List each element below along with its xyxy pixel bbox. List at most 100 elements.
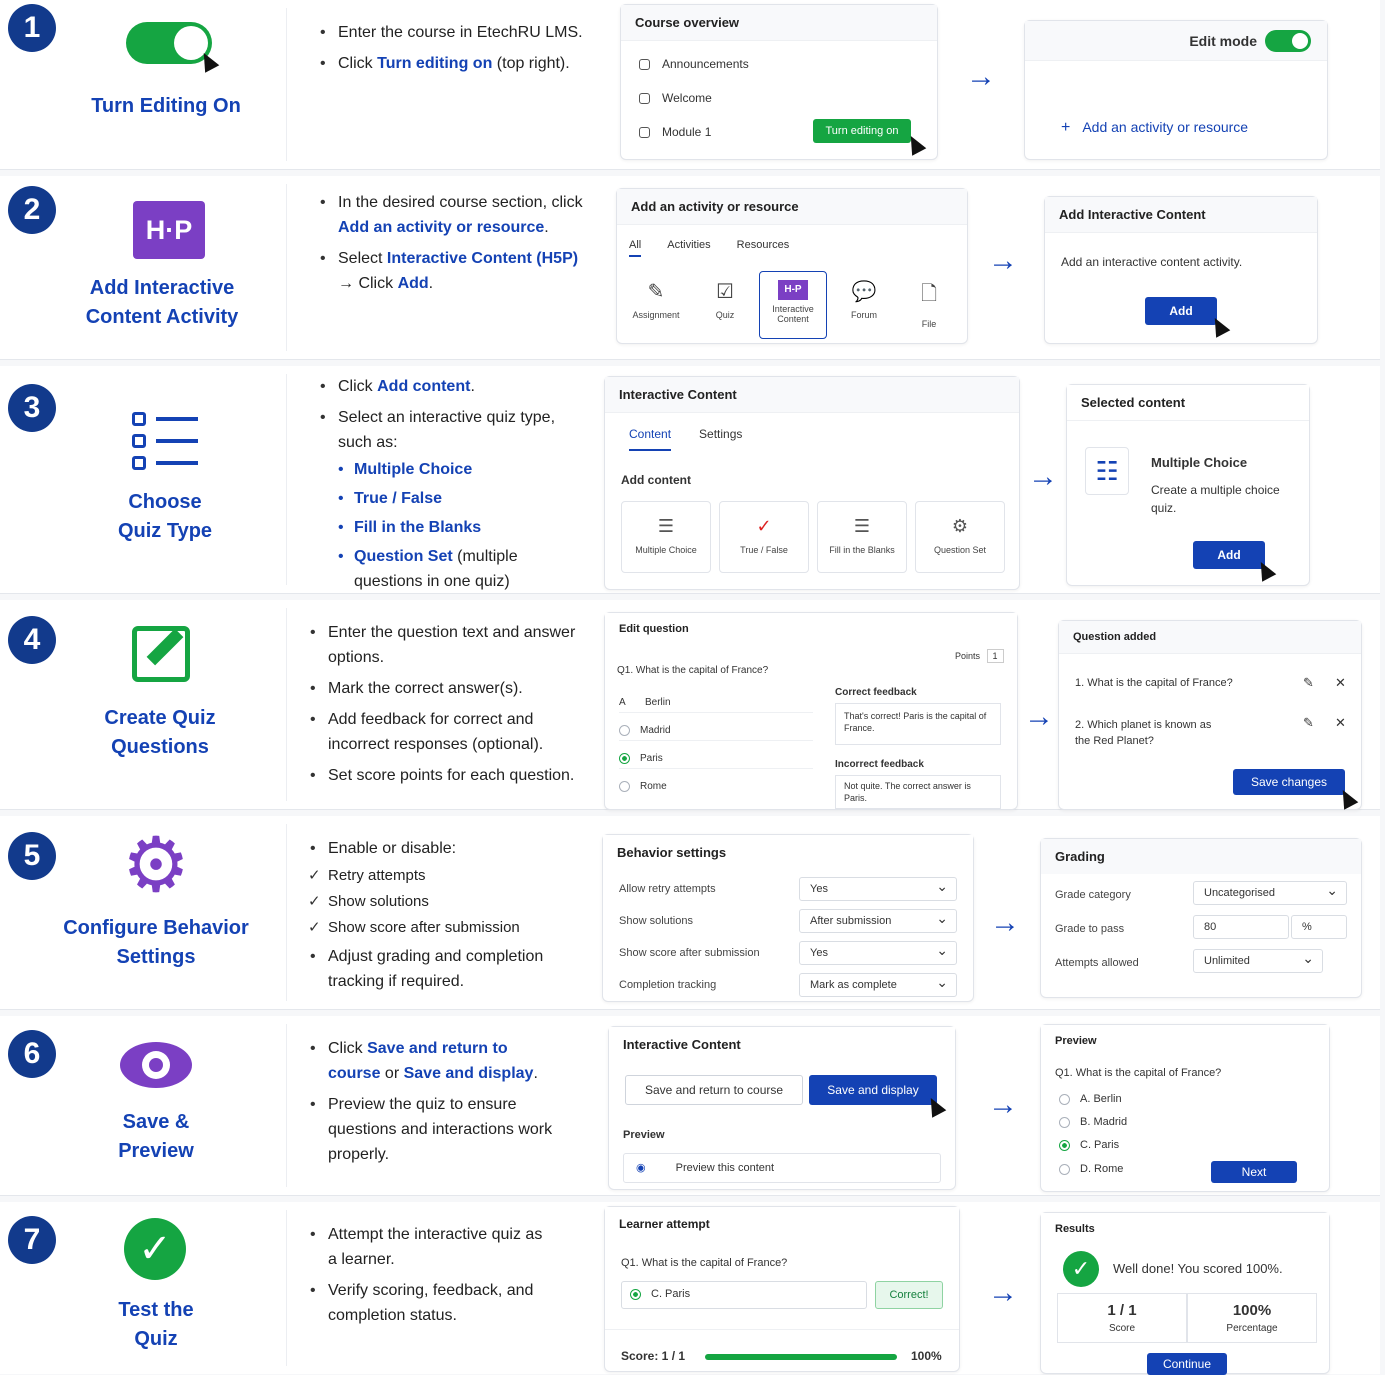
answer-option[interactable]: A Berlin xyxy=(619,697,813,713)
tab-activities[interactable]: Activities xyxy=(667,239,710,257)
list-item[interactable]: Module 1 xyxy=(639,125,711,139)
preview-option[interactable]: D. Rome xyxy=(1059,1163,1123,1175)
tile-true-false[interactable]: ✓ True / False xyxy=(719,501,809,573)
add-interactive-content-card: Add Interactive Content Add an interacti… xyxy=(1044,196,1318,344)
next-button[interactable]: Next xyxy=(1211,1161,1297,1183)
forum-icon: 💬 xyxy=(851,281,877,303)
radio-icon xyxy=(1059,1093,1070,1105)
tile-question-set[interactable]: ⚙ Question Set xyxy=(915,501,1005,573)
step-5-row: 5 ⚙ Configure Behavior Settings Enable o… xyxy=(0,816,1380,1010)
plus-icon: + xyxy=(1061,119,1071,136)
step-number: 4 xyxy=(8,616,56,664)
check-icon: ✓ xyxy=(756,516,772,536)
step-title: Configure Behavior Settings xyxy=(63,917,249,968)
percentage-box: 100% Percentage xyxy=(1187,1293,1317,1343)
tab-content[interactable]: Content xyxy=(629,427,672,451)
edit-icon xyxy=(132,626,190,682)
add-activity-card: Add an activity or resource All Activiti… xyxy=(616,188,968,344)
grade-to-pass-input[interactable]: 80 xyxy=(1193,915,1289,939)
step-bullets: In the desired course section, click Add… xyxy=(318,190,588,302)
answer-option[interactable]: Rome xyxy=(619,781,813,792)
save-and-display-button[interactable]: Save and display xyxy=(809,1075,937,1105)
select-grade-category[interactable]: Uncategorised xyxy=(1193,881,1347,905)
step-title: Create Quiz Questions xyxy=(104,707,216,758)
step-title: Turn Editing On xyxy=(91,95,241,117)
arrow-icon: → xyxy=(1024,700,1054,733)
list-item[interactable]: Announcements xyxy=(639,57,749,71)
step-3-row: 3 Choose Quiz Type Click Add content. Se… xyxy=(0,366,1380,594)
radio-icon xyxy=(619,781,630,792)
save-and-return-button[interactable]: Save and return to course xyxy=(625,1075,803,1105)
turn-editing-on-button[interactable]: Turn editing on xyxy=(813,119,911,143)
select-retry[interactable]: Yes xyxy=(799,877,957,901)
list-item[interactable]: Welcome xyxy=(639,91,712,105)
select-show-solutions[interactable]: After submission xyxy=(799,909,957,933)
step-number: 5 xyxy=(8,832,56,880)
radio-selected-icon xyxy=(619,753,630,764)
tile-quiz[interactable]: ☑ Quiz xyxy=(697,273,753,339)
step-title: Add Interactive Content Activity xyxy=(85,277,239,328)
step-4-row: 4 Create Quiz Questions Enter the questi… xyxy=(0,600,1380,810)
preview-option[interactable]: C. Paris xyxy=(1059,1139,1119,1151)
arrow-icon: → xyxy=(988,1088,1018,1121)
add-button[interactable]: Add xyxy=(1145,297,1217,325)
step-bullets: Attempt the interactive quiz as a learne… xyxy=(308,1222,548,1334)
eye-icon: ◉ xyxy=(636,1162,646,1174)
arrow-icon: → xyxy=(988,244,1018,277)
tile-assignment[interactable]: ✎ Assignment xyxy=(625,273,687,339)
arrow-icon: → xyxy=(966,60,996,93)
set-icon: ⚙ xyxy=(951,516,969,536)
tile-forum[interactable]: 💬 Forum xyxy=(833,273,895,339)
preview-card: Preview Q1. What is the capital of Franc… xyxy=(1040,1024,1330,1192)
arrow-icon: → xyxy=(988,1276,1018,1309)
correct-badge: Correct! xyxy=(875,1281,943,1309)
tab-all[interactable]: All xyxy=(629,239,642,257)
radio-selected-icon xyxy=(630,1288,641,1300)
tile-multiple-choice[interactable]: ☰ Multiple Choice xyxy=(621,501,711,573)
select-show-score[interactable]: Yes xyxy=(799,941,957,965)
tile-file[interactable]: 🗋 File xyxy=(901,273,957,339)
edit-question-card: Edit question Points 1 Q1. What is the c… xyxy=(604,612,1018,810)
add-activity-link[interactable]: + Add an activity or resource xyxy=(1061,119,1248,137)
selected-answer[interactable]: C. Paris xyxy=(621,1281,867,1309)
grading-card: Grading Grade category Uncategorised Gra… xyxy=(1040,838,1362,998)
tile-interactive-content[interactable]: H-P Interactive Content xyxy=(759,271,827,339)
course-overview-card: Course overview Announcements Welcome Mo… xyxy=(620,4,938,160)
answer-option[interactable]: Paris xyxy=(619,753,813,770)
learner-attempt-card: Learner attempt Q1. What is the capital … xyxy=(604,1206,960,1372)
step-title: Test the Quiz xyxy=(118,1299,194,1350)
edit-icon[interactable]: ✎ xyxy=(1303,715,1314,731)
step-number: 6 xyxy=(8,1030,56,1078)
tab-settings[interactable]: Settings xyxy=(699,427,742,451)
step-bullets: Enable or disable: Retry attempts Show s… xyxy=(308,836,578,1000)
preview-option[interactable]: B. Madrid xyxy=(1059,1116,1127,1128)
step-7-row: 7 ✓ Test the Quiz Attempt the interactiv… xyxy=(0,1202,1380,1375)
eye-icon xyxy=(120,1042,192,1088)
radio-icon xyxy=(619,725,630,736)
close-icon[interactable]: ✕ xyxy=(1335,675,1346,691)
list-icon: ☰ xyxy=(657,516,675,536)
question-added-card: Question added 1. What is the capital of… xyxy=(1058,620,1362,810)
file-icon: 🗋 xyxy=(920,283,938,305)
preview-row[interactable]: ◉ Preview this content xyxy=(623,1153,941,1183)
arrow-icon: → xyxy=(1028,460,1058,493)
step-number: 2 xyxy=(8,186,56,234)
continue-button[interactable]: Continue xyxy=(1147,1353,1227,1375)
selected-content-card: Selected content ☷ Multiple Choice Creat… xyxy=(1066,384,1310,586)
h5p-icon: H-P xyxy=(778,280,808,300)
preview-option[interactable]: A. Berlin xyxy=(1059,1093,1122,1105)
save-changes-button[interactable]: Save changes xyxy=(1233,769,1345,795)
close-icon[interactable]: ✕ xyxy=(1335,715,1346,731)
tile-fill-in-the-blanks[interactable]: ☰ Fill in the Blanks xyxy=(817,501,907,573)
lines-icon: ☰ xyxy=(853,516,871,536)
interactive-content-card: Interactive Content Content Settings Add… xyxy=(604,376,1020,590)
step-6-row: 6 Save & Preview Click Save and return t… xyxy=(0,1016,1380,1196)
step-2-row: 2 H·P Add Interactive Content Activity I… xyxy=(0,176,1380,360)
edit-icon[interactable]: ✎ xyxy=(1303,675,1314,691)
answer-option[interactable]: Madrid xyxy=(619,725,813,742)
edit-mode-toggle[interactable] xyxy=(1265,30,1311,52)
select-completion[interactable]: Mark as complete xyxy=(799,973,957,997)
select-attempts[interactable]: Unlimited xyxy=(1193,949,1323,973)
tab-resources[interactable]: Resources xyxy=(737,239,790,257)
score-box: 1 / 1 Score xyxy=(1057,1293,1187,1343)
